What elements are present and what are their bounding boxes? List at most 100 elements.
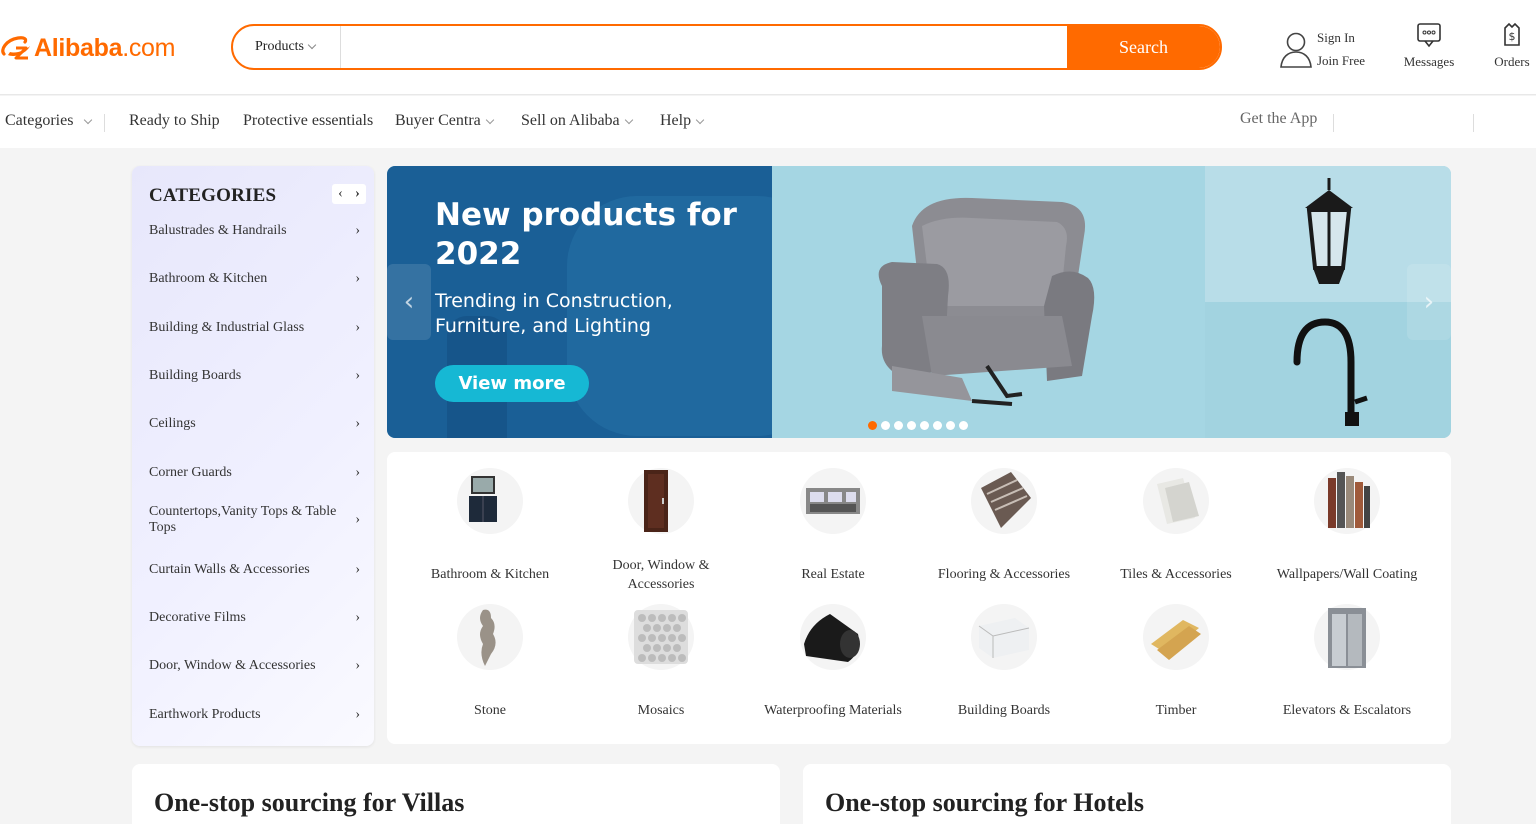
messages-label: Messages (1403, 54, 1455, 69)
message-icon (1417, 23, 1441, 48)
grid-category-label: Real Estate (801, 567, 865, 582)
chevron-left-icon[interactable]: ‹ (338, 186, 343, 202)
hero-banner[interactable]: New products for 2022 Trending in Constr… (387, 166, 1451, 438)
categories-panel: CATEGORIES ‹ › Balustrades & Handrails › B… (132, 166, 374, 746)
chevron-right-icon: › (355, 368, 360, 383)
join-free-link[interactable]: Join Free (1317, 49, 1365, 72)
category-item-label: Building Boards (149, 368, 242, 383)
alibaba-logo-icon (1, 36, 30, 60)
category-item-label: Corner Guards (149, 465, 232, 480)
carousel-dot[interactable] (933, 421, 942, 430)
nav-buyer-central[interactable]: Buyer Centra (395, 112, 494, 130)
nav-sell-on-alibaba[interactable]: Sell on Alibaba (521, 112, 633, 130)
grid-category-item[interactable]: Timber (1091, 604, 1261, 720)
get-the-app-link[interactable]: Get the App (1240, 110, 1317, 128)
banner-next-arrow[interactable]: › (1407, 264, 1451, 340)
chevron-right-icon: › (355, 320, 360, 335)
category-item[interactable]: Earthwork Products › (149, 707, 364, 723)
hotels-card-title: One-stop sourcing for Hotels (825, 788, 1144, 817)
orders-button[interactable]: $ Orders (1477, 22, 1536, 70)
sign-in-area[interactable]: Sign In Join Free (1279, 26, 1365, 72)
chevron-right-icon: › (355, 562, 360, 577)
grid-category-item[interactable]: Elevators & Escalators (1262, 604, 1432, 720)
category-item[interactable]: Building Boards › (149, 368, 364, 384)
grid-category-label: Timber (1155, 703, 1197, 718)
category-item[interactable]: Decorative Films › (149, 610, 364, 626)
category-item[interactable]: Building & Industrial Glass › (149, 320, 364, 336)
category-item[interactable]: Door, Window & Accessories › (149, 658, 364, 674)
chevron-down-icon (307, 40, 317, 50)
logo[interactable]: Alibaba.com (0, 28, 175, 68)
search-category-select[interactable]: Products (233, 26, 341, 68)
view-more-button[interactable]: View more (435, 365, 589, 402)
chevron-right-icon: › (355, 223, 360, 238)
carousel-dot[interactable] (881, 421, 890, 430)
chevron-right-icon: › (355, 271, 360, 286)
hotels-card[interactable]: One-stop sourcing for Hotels (803, 764, 1451, 824)
nav-divider (1473, 114, 1474, 132)
grid-category-label: Wallpapers/Wall Coating (1276, 567, 1418, 582)
wallpaper-icon (1314, 468, 1380, 534)
grid-category-item[interactable]: Real Estate (748, 468, 918, 584)
sign-in-link[interactable]: Sign In (1317, 26, 1365, 49)
vanity-icon (457, 468, 523, 534)
carousel-dot[interactable] (946, 421, 955, 430)
grid-category-label: Mosaics (637, 703, 685, 718)
villas-card-title: One-stop sourcing for Villas (154, 788, 465, 817)
category-item[interactable]: Bathroom & Kitchen › (149, 271, 364, 287)
search-category-label: Products (255, 39, 304, 54)
product-category-grid: Bathroom & Kitchen Door, Window & Accesso… (387, 452, 1451, 744)
search-input[interactable] (341, 26, 1067, 68)
grid-category-item[interactable]: Bathroom & Kitchen (405, 468, 575, 584)
grid-category-item[interactable]: Stone (405, 604, 575, 720)
grid-category-item[interactable]: Wallpapers/Wall Coating (1262, 468, 1432, 584)
nav-categories[interactable]: Categories (5, 112, 93, 130)
carousel-dot[interactable] (868, 421, 877, 430)
carousel-dot[interactable] (894, 421, 903, 430)
chevron-right-icon: › (355, 416, 360, 431)
search-button[interactable]: Search (1067, 26, 1220, 68)
category-item-label: Decorative Films (149, 610, 246, 625)
grid-category-label: Flooring & Accessories (937, 567, 1071, 582)
category-item[interactable]: Curtain Walls & Accessories › (149, 562, 364, 578)
timber-icon (1143, 604, 1209, 670)
messages-button[interactable]: Messages (1394, 22, 1464, 70)
category-item[interactable]: Balustrades & Handrails › (149, 223, 364, 239)
category-item[interactable]: Ceilings › (149, 416, 364, 432)
chevron-down-icon (84, 115, 93, 124)
category-item-label: Curtain Walls & Accessories (149, 562, 310, 577)
banner-image-recliner (772, 166, 1205, 438)
flooring-icon (971, 468, 1037, 534)
recliner-chair-icon (878, 197, 1095, 406)
carousel-dot[interactable] (907, 421, 916, 430)
nav-help[interactable]: Help (660, 112, 705, 130)
category-item-label: Ceilings (149, 416, 196, 431)
elevator-icon (1314, 604, 1380, 670)
nav-divider (104, 114, 105, 132)
chevron-right-icon[interactable]: › (355, 186, 360, 202)
grid-category-item[interactable]: Waterproofing Materials (748, 604, 918, 720)
grid-category-item[interactable]: Tiles & Accessories (1091, 468, 1261, 584)
banner-text-panel: New products for 2022 Trending in Constr… (387, 166, 772, 438)
carousel-dot[interactable] (920, 421, 929, 430)
door-icon (628, 468, 694, 534)
category-item[interactable]: Corner Guards › (149, 465, 364, 481)
grid-category-item[interactable]: Building Boards (919, 604, 1089, 720)
villas-card[interactable]: One-stop sourcing for Villas (132, 764, 780, 824)
grid-category-label: Building Boards (957, 703, 1051, 718)
grid-category-label: Door, Window & Accessories (612, 558, 710, 592)
grid-category-item[interactable]: Flooring & Accessories (919, 468, 1089, 584)
banner-title: New products for 2022 (435, 197, 737, 272)
category-item[interactable]: Countertops,Vanity Tops & Table Tops › (149, 504, 364, 536)
grid-category-item[interactable]: Door, Window & Accessories (576, 468, 746, 594)
stone-icon (457, 604, 523, 670)
category-item-label: Bathroom & Kitchen (149, 271, 268, 286)
nav-ready-to-ship[interactable]: Ready to Ship (129, 112, 220, 130)
carousel-dot[interactable] (959, 421, 968, 430)
nav-protective-essentials[interactable]: Protective essentials (243, 112, 373, 130)
banner-prev-arrow[interactable]: ‹ (387, 264, 431, 340)
search-bar: Products Search (231, 24, 1222, 70)
chevron-right-icon: › (355, 658, 360, 673)
grid-category-item[interactable]: Mosaics (576, 604, 746, 720)
chevron-right-icon: › (355, 610, 360, 625)
